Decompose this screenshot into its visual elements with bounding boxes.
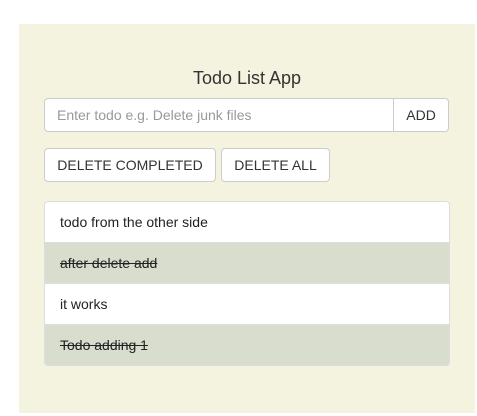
todo-item[interactable]: after delete add — [44, 242, 450, 284]
todo-item-text: todo from the other side — [60, 214, 208, 230]
todo-item[interactable]: it works — [44, 283, 450, 325]
todo-item[interactable]: todo from the other side — [44, 201, 450, 243]
todo-item[interactable]: Todo adding 1 — [44, 324, 450, 366]
delete-completed-button[interactable]: DELETE COMPLETED — [44, 148, 216, 182]
todo-item-text: after delete add — [60, 255, 158, 271]
add-todo-form: ADD — [44, 98, 449, 132]
app-title: Todo List App — [192, 68, 302, 88]
delete-all-button[interactable]: DELETE ALL — [221, 148, 330, 182]
todo-input[interactable] — [44, 98, 395, 132]
todo-item-text: Todo adding 1 — [60, 337, 148, 353]
add-button[interactable]: ADD — [394, 98, 449, 132]
todo-app-panel: Todo List App ADD DELETE COMPLETED DELET… — [19, 24, 475, 413]
todo-list: todo from the other side after delete ad… — [44, 201, 450, 366]
todo-item-text: it works — [60, 296, 108, 312]
